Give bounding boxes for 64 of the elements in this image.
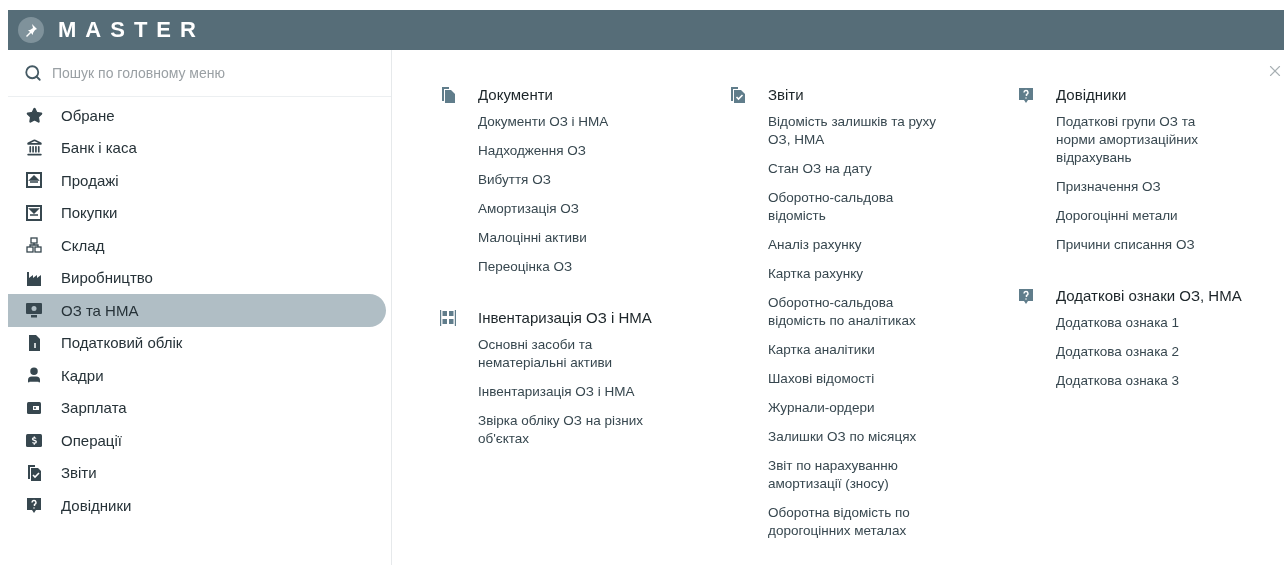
shelves-icon [440, 309, 456, 326]
sidebar-item[interactable]: Обране [8, 99, 386, 132]
pin-logo-icon [18, 17, 44, 43]
sidebar-item[interactable]: Банк і каса [8, 131, 386, 164]
section-title: Довідники [1056, 86, 1127, 103]
menu-link[interactable]: Переоцінка ОЗ [478, 258, 673, 276]
menu-link[interactable]: Додаткова ознака 1 [1056, 314, 1228, 332]
menu-link[interactable]: Надходження ОЗ [478, 142, 673, 160]
dollar-folder-icon [25, 431, 43, 450]
menu-link[interactable]: Причини списання ОЗ [1056, 236, 1228, 254]
menu-link[interactable]: Оборотно-сальдова відомість [768, 189, 946, 225]
report-check-icon [25, 463, 43, 482]
menu-link[interactable]: Залишки ОЗ по місяцях [768, 428, 946, 446]
sidebar-item[interactable]: Склад [8, 229, 386, 262]
help-icon [25, 496, 43, 515]
sidebar-item[interactable]: Покупки [8, 196, 386, 229]
menu-link[interactable]: Звіт по нарахуванню амортизації (зносу) [768, 457, 946, 493]
menu-link[interactable]: Амортизація ОЗ [478, 200, 673, 218]
menu-link[interactable]: Оборотно-сальдова відомість по аналітиках [768, 294, 946, 330]
bank-icon [25, 139, 43, 157]
documents-icon [440, 86, 456, 103]
sidebar-item[interactable]: Продажі [8, 164, 386, 197]
menu-link[interactable]: Додаткова ознака 2 [1056, 343, 1228, 361]
menu-link[interactable]: Аналіз рахунку [768, 236, 946, 254]
tray-icon [25, 171, 43, 190]
section-title: Інвентаризація ОЗ і НМА [478, 309, 652, 326]
sidebar-item[interactable]: Звіти [8, 456, 386, 489]
menu-link[interactable]: Інвентаризація ОЗ і НМА [478, 383, 673, 401]
section-title: Документи [478, 86, 553, 103]
sidebar-item[interactable]: Кадри [8, 359, 386, 392]
menu-link[interactable]: Призначення ОЗ [1056, 178, 1228, 196]
menu-link[interactable]: Звірка обліку ОЗ на різних об'єктах [478, 412, 673, 448]
menu-link[interactable]: Відомість залишків та руху ОЗ, НМА [768, 113, 946, 149]
report-check-icon [730, 86, 746, 103]
menu-link[interactable]: Шахові відомості [768, 370, 946, 388]
sidebar-item[interactable]: Довідники [8, 489, 386, 522]
menu-link[interactable]: Вибуття ОЗ [478, 171, 673, 189]
sidebar-item[interactable]: ОЗ та НМА [8, 294, 386, 327]
sidebar-item[interactable]: Операції [8, 424, 386, 457]
menu-link[interactable]: Картка аналітики [768, 341, 946, 359]
monitor-icon [25, 301, 43, 320]
person-icon [25, 366, 43, 385]
search-icon [24, 64, 42, 82]
menu-link[interactable]: Картка рахунку [768, 265, 946, 283]
sidebar-item[interactable]: Зарплата [8, 391, 386, 424]
tray-icon [25, 203, 43, 222]
menu-link[interactable]: Основні засоби та нематеріальні активи [478, 336, 673, 372]
boxes-icon [25, 236, 43, 255]
help-icon [1018, 287, 1034, 304]
menu-link[interactable]: Дорогоцінні метали [1056, 207, 1228, 225]
star-icon [25, 106, 43, 124]
menu-link[interactable]: Оборотна відомість по дорогоцінних металах [768, 504, 946, 540]
menu-link[interactable]: Журнали-ордери [768, 399, 946, 417]
menu-link[interactable]: Документи ОЗ і НМА [478, 113, 673, 131]
section-title: Звіти [768, 86, 804, 103]
section-title: Додаткові ознаки ОЗ, НМА [1056, 287, 1242, 304]
sidebar-item[interactable]: Виробництво [8, 261, 386, 294]
sidebar-item[interactable]: Податковий облік [8, 326, 386, 359]
menu-link[interactable]: Додаткова ознака 3 [1056, 372, 1228, 390]
menu-link[interactable]: Стан ОЗ на дату [768, 160, 946, 178]
app-title: MASTER [58, 17, 205, 43]
menu-link[interactable]: Малоцінні активи [478, 229, 673, 247]
menu-link[interactable]: Податкові групи ОЗ та норми амортизаційних відрахувань [1056, 113, 1228, 167]
help-icon [1018, 86, 1034, 103]
